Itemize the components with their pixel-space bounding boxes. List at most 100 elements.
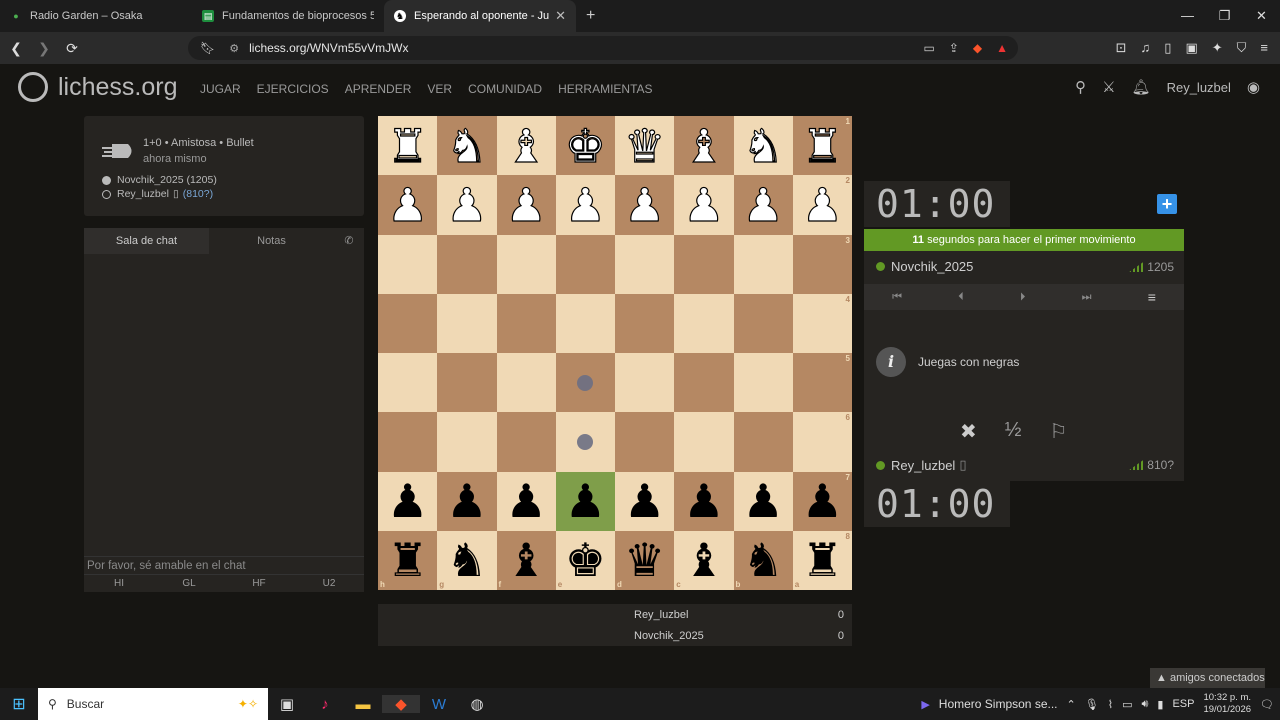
user-menu[interactable]: Rey_luzbel: [1167, 80, 1231, 95]
search-icon[interactable]: ⚲: [1075, 78, 1086, 96]
board-square[interactable]: [615, 234, 675, 294]
black-pawn-piece[interactable]: ♟: [565, 478, 606, 524]
board-square[interactable]: [555, 353, 615, 413]
black-bishop-piece[interactable]: ♝: [506, 537, 547, 583]
board-square[interactable]: ♜ h: [378, 530, 438, 590]
board-square[interactable]: [437, 234, 497, 294]
browser-tab-lichess[interactable]: ♞ Esperando al oponente - Jugar N ✕: [384, 0, 576, 32]
nav-aprender[interactable]: APRENDER: [345, 82, 412, 96]
cast-icon[interactable]: ▭: [923, 41, 934, 55]
brave-rewards-icon[interactable]: ▲: [996, 41, 1008, 55]
black-player-link[interactable]: Rey_luzbel: [117, 188, 169, 200]
tab-notes[interactable]: Notas: [209, 228, 334, 254]
black-rook-piece[interactable]: ♜: [387, 537, 428, 583]
minimize-icon[interactable]: —: [1169, 0, 1206, 32]
last-move-icon[interactable]: ⏭: [1082, 291, 1092, 304]
prev-move-icon[interactable]: ⏴: [958, 291, 964, 304]
maximize-icon[interactable]: ❐: [1206, 0, 1243, 32]
board-square[interactable]: 4: [792, 293, 852, 353]
board-square[interactable]: ♟: [437, 175, 497, 235]
bookmark-icon[interactable]: 🔖︎: [200, 41, 215, 55]
task-view-icon[interactable]: ▣: [268, 695, 306, 713]
board-square[interactable]: [674, 412, 734, 472]
leo-icon[interactable]: ✦: [1212, 40, 1223, 56]
language[interactable]: ESP: [1172, 698, 1194, 710]
add-time-button[interactable]: +: [1157, 194, 1177, 214]
board-square[interactable]: [674, 353, 734, 413]
new-tab-button[interactable]: +: [576, 7, 605, 25]
next-move-icon[interactable]: ⏵: [1020, 291, 1026, 304]
sidebar-icon[interactable]: ▯: [1164, 40, 1171, 56]
preset-hf[interactable]: HF: [224, 575, 294, 593]
screenshot-icon[interactable]: ⊡: [1116, 40, 1127, 56]
challenge-icon[interactable]: ⚔: [1102, 78, 1115, 96]
music-icon[interactable]: ♫: [1141, 40, 1151, 56]
site-logo[interactable]: lichess.org: [18, 72, 178, 102]
board-square[interactable]: [733, 234, 793, 294]
board-square[interactable]: ♝: [496, 116, 556, 176]
board-square[interactable]: ♞ b: [733, 530, 793, 590]
brave-shield-icon[interactable]: ◆: [973, 41, 982, 55]
black-pawn-piece[interactable]: ♟: [446, 478, 487, 524]
crosstable-name[interactable]: Rey_luzbel: [634, 609, 688, 621]
first-move-icon[interactable]: ⏮: [892, 291, 902, 304]
board-square[interactable]: ♟: [615, 175, 675, 235]
close-window-icon[interactable]: ✕: [1243, 0, 1280, 32]
preset-gl[interactable]: GL: [154, 575, 224, 593]
board-square[interactable]: ♟: [733, 175, 793, 235]
board-square[interactable]: [615, 353, 675, 413]
board-square[interactable]: ♛ d: [615, 530, 675, 590]
crosstable-name[interactable]: Novchik_2025: [634, 630, 704, 642]
board-square[interactable]: ♝ c: [674, 530, 734, 590]
user-avatar-icon[interactable]: ◉: [1247, 78, 1260, 96]
board-square[interactable]: [615, 293, 675, 353]
chat-input[interactable]: Por favor, sé amable en el chat: [84, 556, 364, 572]
board-square[interactable]: ♟: [496, 471, 556, 531]
board-square[interactable]: ♟: [378, 471, 438, 531]
wallet-icon[interactable]: ▣: [1185, 40, 1197, 56]
share-icon[interactable]: ⇪: [949, 41, 959, 55]
board-square[interactable]: ♜: [378, 116, 438, 176]
black-queen-piece[interactable]: ♛: [624, 537, 665, 583]
board-square[interactable]: ♟ 2: [792, 175, 852, 235]
vpn-icon[interactable]: ⛉: [1237, 40, 1247, 56]
board-square[interactable]: [733, 353, 793, 413]
black-pawn-piece[interactable]: ♟: [387, 478, 428, 524]
friends-online-button[interactable]: ▲ amigos conectados: [1150, 668, 1265, 688]
board-square[interactable]: [378, 234, 438, 294]
board-square[interactable]: ♜ 1: [792, 116, 852, 176]
board-square[interactable]: ♛: [615, 116, 675, 176]
close-tab-icon[interactable]: ✕: [555, 8, 566, 24]
browser-tab-classroom[interactable]: ▤ Fundamentos de bioprocesos 5C: [192, 0, 384, 32]
black-pawn-piece[interactable]: ♟: [743, 478, 784, 524]
menu-icon[interactable]: ≡: [1260, 40, 1268, 56]
notification-bell-icon[interactable]: 🔔︎: [1132, 78, 1151, 96]
board-square[interactable]: ♟: [615, 471, 675, 531]
windows-start-icon[interactable]: ⊞: [0, 694, 38, 714]
tiktok-icon[interactable]: ♪: [306, 696, 344, 713]
board-square[interactable]: [674, 293, 734, 353]
move-destination-dot[interactable]: [577, 433, 594, 450]
board-square[interactable]: ♞ g: [437, 530, 497, 590]
board-square[interactable]: ♚: [555, 116, 615, 176]
board-square[interactable]: ♜ 8 a: [792, 530, 852, 590]
site-info-icon[interactable]: ⚙: [229, 42, 239, 55]
black-knight-piece[interactable]: ♞: [446, 537, 487, 583]
board-square[interactable]: [555, 234, 615, 294]
board-square[interactable]: ♝: [674, 116, 734, 176]
black-knight-piece[interactable]: ♞: [743, 537, 784, 583]
board-square[interactable]: ♟: [733, 471, 793, 531]
board-square[interactable]: [674, 234, 734, 294]
nav-ver[interactable]: VER: [427, 82, 452, 96]
board-square[interactable]: [733, 293, 793, 353]
board-square[interactable]: [496, 234, 556, 294]
preset-hi[interactable]: HI: [84, 575, 154, 593]
board-square[interactable]: ♟: [555, 175, 615, 235]
abort-icon[interactable]: ✖: [960, 419, 977, 444]
system-clock[interactable]: 10:32 p. m. 19/01/2026: [1203, 692, 1251, 716]
board-square[interactable]: [378, 293, 438, 353]
board-square[interactable]: 3: [792, 234, 852, 294]
notification-icon[interactable]: 🗨︎: [1260, 698, 1274, 711]
board-square[interactable]: ♞: [437, 116, 497, 176]
voice-chat-icon[interactable]: ✆: [334, 228, 364, 254]
